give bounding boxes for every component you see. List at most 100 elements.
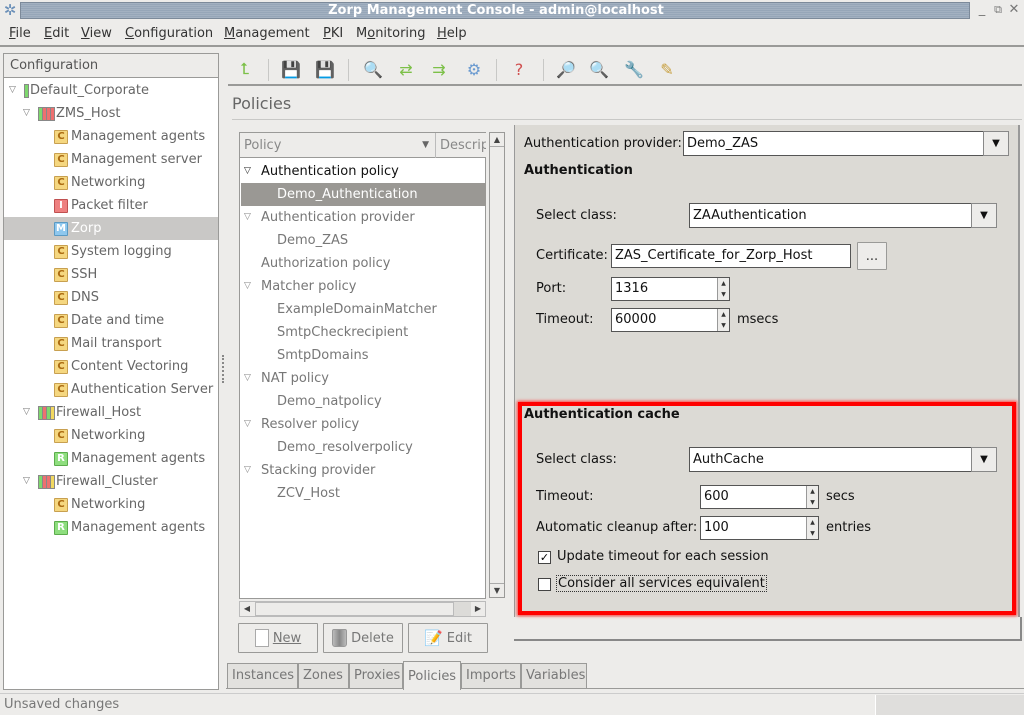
tree-item-date-and-time[interactable]: C Date and time	[4, 309, 218, 332]
tree-item-firewall-cluster[interactable]: ▽ Firewall_Cluster	[4, 470, 218, 493]
expander-icon[interactable]: ▽	[9, 79, 16, 102]
cache-class-select[interactable]: AuthCache ▼	[689, 447, 997, 472]
certificate-field[interactable]: ZAS_Certificate_for_Zorp_Host	[611, 244, 851, 268]
tree-item-system-logging[interactable]: C System logging	[4, 240, 218, 263]
spin-arrows-icon[interactable]: ▲ ▼	[717, 278, 729, 300]
tools-icon[interactable]: 🔧	[623, 58, 645, 80]
new-button[interactable]: New	[238, 623, 318, 653]
cache-timeout-spinbox[interactable]: 600 ▲ ▼	[700, 485, 819, 509]
notes-icon[interactable]: ✎	[656, 58, 678, 80]
tree-item-firewall-host[interactable]: ▽ Firewall_Host	[4, 401, 218, 424]
splitter-handle[interactable]	[222, 355, 225, 383]
commit-icon[interactable]: 💾	[280, 58, 302, 80]
tab-instances[interactable]: Instances	[227, 663, 298, 689]
tab-policies[interactable]: Policies	[403, 661, 461, 690]
title-bar[interactable]: ✲ Zorp Management Console - admin@localh…	[0, 0, 1024, 22]
expander-icon[interactable]: ▽	[244, 206, 251, 229]
policy-row[interactable]: Demo_resolverpolicy	[241, 436, 486, 459]
tree-item-networking[interactable]: C Networking	[4, 171, 218, 194]
spin-arrows-icon[interactable]: ▲ ▼	[717, 309, 729, 331]
policy-row[interactable]: ExampleDomainMatcher	[241, 298, 486, 321]
tree-item-ssh[interactable]: C SSH	[4, 263, 218, 286]
title-strip[interactable]: Zorp Management Console - admin@localhos…	[20, 2, 970, 19]
expander-icon[interactable]: ▽	[244, 160, 251, 183]
hscroll-thumb[interactable]	[255, 602, 454, 616]
expander-icon[interactable]: ▽	[23, 102, 30, 125]
tree-item-zms-host[interactable]: ▽ ZMS_Host	[4, 102, 218, 125]
dropdown-arrow-icon[interactable]: ▼	[971, 203, 997, 228]
policy-list[interactable]: Policy ▼ Descrip ▽ Authentication policy D…	[239, 132, 486, 599]
dropdown-arrow-icon[interactable]: ▼	[971, 447, 997, 472]
policy-row[interactable]: ▽ Authentication provider	[241, 206, 486, 229]
policy-row[interactable]: ZCV_Host	[241, 482, 486, 505]
policy-row[interactable]: SmtpDomains	[241, 344, 486, 367]
restore-icon[interactable]: ⧉	[990, 2, 1006, 18]
menu-edit[interactable]: Edit	[44, 26, 69, 41]
tree-item-dns[interactable]: C DNS	[4, 286, 218, 309]
menu-help[interactable]: Help	[437, 26, 467, 41]
column-header-description[interactable]: Descrip	[436, 133, 486, 158]
policy-row[interactable]: ▽ Stacking provider	[241, 459, 486, 482]
policy-row[interactable]: ▽ Resolver policy	[241, 413, 486, 436]
scroll-right-icon[interactable]: ▶	[471, 602, 485, 616]
update-timeout-label[interactable]: Update timeout for each session	[557, 549, 769, 564]
cleanup-spinbox[interactable]: 100 ▲ ▼	[700, 516, 819, 540]
timeout-spinbox[interactable]: 60000 ▲ ▼	[611, 308, 730, 332]
browse-certificate-button[interactable]: ...	[857, 242, 887, 270]
menu-management[interactable]: Management	[224, 26, 310, 41]
menu-file[interactable]: File	[9, 26, 31, 41]
expander-icon[interactable]: ▽	[244, 459, 251, 482]
search-log-icon[interactable]: 🔍	[588, 58, 610, 80]
close-icon[interactable]: ✕	[1006, 2, 1022, 18]
expander-icon[interactable]: ▽	[244, 367, 251, 390]
update-timeout-checkbox[interactable]: ✓	[538, 551, 551, 564]
policy-row[interactable]: Demo_natpolicy	[241, 390, 486, 413]
tab-variables[interactable]: Variables	[521, 663, 587, 689]
scroll-down-icon[interactable]: ▼	[490, 583, 504, 597]
status-icon[interactable]: ?	[508, 58, 530, 80]
policy-row[interactable]: ▽ NAT policy	[241, 367, 486, 390]
config-tree[interactable]: ▽ Default_Corporate ▽ ZMS_Host C Management a…	[3, 78, 219, 690]
tree-item-management-agents[interactable]: R Management agents	[4, 516, 218, 539]
policy-row[interactable]: Demo_ZAS	[241, 229, 486, 252]
policy-row[interactable]: Demo_Authentication	[241, 183, 486, 206]
tree-item-management-agents[interactable]: C Management agents	[4, 125, 218, 148]
spin-arrows-icon[interactable]: ▲ ▼	[806, 517, 818, 539]
view-config-icon[interactable]: 🔍	[362, 58, 384, 80]
expander-icon[interactable]: ▽	[244, 413, 251, 436]
scroll-left-icon[interactable]: ◀	[240, 602, 254, 616]
upload-icon[interactable]: ⇉	[428, 58, 450, 80]
provider-select[interactable]: Demo_ZAS ▼	[683, 131, 1009, 156]
tree-item-management-agents[interactable]: R Management agents	[4, 447, 218, 470]
delete-button[interactable]: Delete	[323, 623, 403, 653]
tab-imports[interactable]: Imports	[461, 663, 521, 689]
policy-row[interactable]: ▽ Authentication policy	[241, 160, 486, 183]
dropdown-arrow-icon[interactable]: ▼	[983, 131, 1009, 156]
revert-icon[interactable]: 💾	[314, 58, 336, 80]
tree-item-packet-filter[interactable]: I Packet filter	[4, 194, 218, 217]
menu-pki[interactable]: PKI	[323, 26, 343, 41]
expander-icon[interactable]: ▽	[23, 470, 30, 493]
edit-button[interactable]: 📝 Edit	[408, 623, 488, 653]
minimize-icon[interactable]: _	[974, 2, 990, 18]
scroll-up-icon[interactable]: ▲	[490, 133, 504, 147]
policy-row[interactable]: SmtpCheckrecipient	[241, 321, 486, 344]
tree-item-networking[interactable]: C Networking	[4, 493, 218, 516]
tree-item-networking[interactable]: C Networking	[4, 424, 218, 447]
policy-row[interactable]: Authorization policy	[241, 252, 486, 275]
spin-arrows-icon[interactable]: ▲ ▼	[806, 486, 818, 508]
auth-class-select[interactable]: ZAAuthentication ▼	[689, 203, 997, 228]
settings-icon[interactable]: ⚙	[463, 58, 485, 80]
tree-item-mail-transport[interactable]: C Mail transport	[4, 332, 218, 355]
policy-row[interactable]: ▽ Matcher policy	[241, 275, 486, 298]
column-header-policy[interactable]: Policy ▼	[240, 133, 436, 158]
menu-configuration[interactable]: Configuration	[125, 26, 213, 41]
search-global-icon[interactable]: 🔎	[555, 58, 577, 80]
tree-item-default-corporate[interactable]: ▽ Default_Corporate	[4, 79, 218, 102]
tree-item-content-vectoring[interactable]: C Content Vectoring	[4, 355, 218, 378]
compare-icon[interactable]: ⇄	[395, 58, 417, 80]
services-equivalent-label[interactable]: Consider all services equivalent	[556, 575, 767, 592]
policy-list-vscrollbar[interactable]: ▲ ▼	[489, 132, 505, 598]
tree-item-zorp[interactable]: M Zorp	[4, 217, 218, 240]
tab-proxies[interactable]: Proxies	[349, 663, 403, 689]
